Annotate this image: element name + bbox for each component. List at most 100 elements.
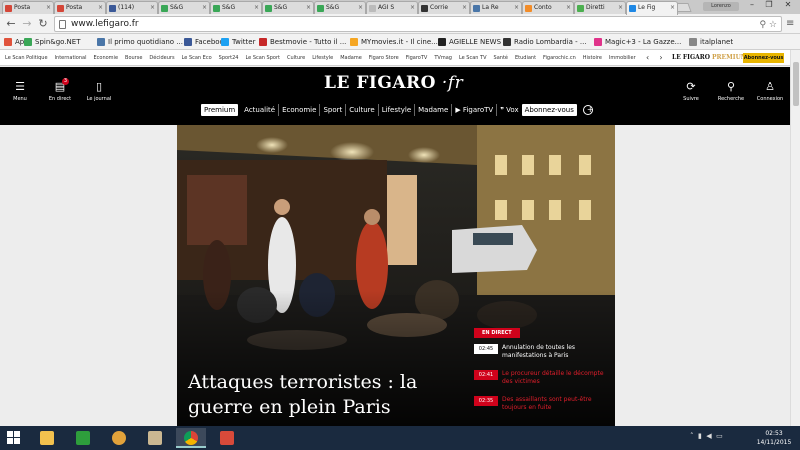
topnav-link[interactable]: Lifestyle <box>312 55 333 61</box>
bookmark-item[interactable]: Magic+3 - La Gazze... <box>594 34 681 49</box>
close-tab-icon[interactable]: × <box>566 2 571 14</box>
paint-icon[interactable] <box>104 428 134 448</box>
main-nav-item[interactable]: ❞ Vox <box>497 104 521 116</box>
address-bar[interactable]: www.lefigaro.fr ⚲ ☆ <box>54 16 782 32</box>
follow-button[interactable]: ⟳ Suivre <box>680 81 702 103</box>
taskbar-clock[interactable]: 02:53 14/11/2015 <box>752 429 796 447</box>
maximize-icon[interactable]: ❐ <box>761 0 777 11</box>
login-button[interactable]: ♙ Connexion <box>755 81 785 103</box>
journal-button[interactable]: ▯ Le journal <box>85 81 113 103</box>
hero-headline[interactable]: Attaques terroristes : la guerre en plei… <box>188 370 468 420</box>
bookmark-item[interactable]: Il primo quotidiano ... <box>97 34 183 49</box>
chevron-left-icon[interactable]: ‹ <box>646 53 649 62</box>
chrome-menu-icon[interactable]: ≡ <box>786 18 796 30</box>
browser-tab[interactable]: S&G × <box>314 1 366 14</box>
reload-icon[interactable]: ↻ <box>36 17 50 31</box>
browser-tab[interactable]: La Re × <box>470 1 522 14</box>
close-tab-icon[interactable]: × <box>618 2 623 14</box>
scrollbar-thumb[interactable] <box>793 62 799 106</box>
close-tab-icon[interactable]: × <box>670 2 675 14</box>
close-window-icon[interactable]: ✕ <box>778 0 798 11</box>
store-icon[interactable] <box>68 428 98 448</box>
main-nav-item[interactable]: Economie <box>279 104 321 116</box>
browser-tab[interactable]: Corrie × <box>418 1 470 14</box>
browser-tab[interactable]: S&G × <box>210 1 262 14</box>
topnav-link[interactable]: Figaro Store <box>369 55 399 61</box>
topnav-link[interactable]: Le Scan Politique <box>5 55 48 61</box>
topnav-link[interactable]: Le Scan Sport <box>245 55 280 61</box>
main-nav-item[interactable]: Sport <box>320 104 347 116</box>
volume-icon[interactable]: ◀ <box>706 432 711 440</box>
profile-button[interactable]: Lorenzo <box>703 2 739 11</box>
browser-tab[interactable]: Diretti × <box>574 1 626 14</box>
close-tab-icon[interactable]: × <box>254 2 259 14</box>
search-button[interactable]: ⚲ Recherche <box>716 81 746 103</box>
live-item[interactable]: 02:45 Annulation de toutes les manifestat… <box>474 344 609 364</box>
bookmark-item[interactable]: AGIELLE NEWS <box>438 34 501 49</box>
bookmark-item[interactable]: Bestmovie - Tutto il ... <box>259 34 346 49</box>
explorer-icon[interactable] <box>32 428 62 448</box>
main-nav-item[interactable]: Actualité <box>241 104 280 116</box>
notification-icon[interactable]: ▭ <box>716 432 723 440</box>
page-scrollbar[interactable] <box>790 50 800 426</box>
figaro-premium-logo[interactable]: LE FIGARO PREMIUM <box>672 54 747 61</box>
star-icon[interactable]: ☆ <box>769 20 777 30</box>
bookmark-item[interactable]: italplanet <box>689 34 733 49</box>
close-tab-icon[interactable]: × <box>306 2 311 14</box>
browser-tab[interactable]: Le Fig × <box>626 1 678 15</box>
minimize-icon[interactable]: – <box>744 0 760 11</box>
hero-article[interactable]: Attaques terroristes : la guerre en plei… <box>177 125 615 426</box>
chevron-right-icon[interactable]: › <box>659 53 662 62</box>
topnav-link[interactable]: FigaroTV <box>406 55 428 61</box>
topnav-link[interactable]: Santé <box>494 55 508 61</box>
windows-start-icon[interactable] <box>7 431 21 445</box>
topnav-link[interactable]: Bourse <box>125 55 142 61</box>
browser-tab[interactable]: AGI S × <box>366 1 418 14</box>
close-tab-icon[interactable]: × <box>514 2 519 14</box>
close-tab-icon[interactable]: × <box>410 2 415 14</box>
browser-tab[interactable]: Posta × <box>54 1 106 14</box>
topnav-link[interactable]: TVmag <box>434 55 452 61</box>
search-icon[interactable]: ⚲ <box>759 20 766 30</box>
live-button[interactable]: ▤ 3 En direct <box>46 78 74 102</box>
live-badge[interactable]: EN DIRECT <box>474 328 520 338</box>
main-nav-item[interactable]: Abonnez-vous <box>521 104 577 116</box>
topnav-link[interactable]: Sport24 <box>219 55 239 61</box>
topnav-link[interactable]: Le Scan Eco <box>182 55 212 61</box>
bookmark-item[interactable]: Spin&go.NET <box>24 34 81 49</box>
close-tab-icon[interactable]: × <box>358 2 363 14</box>
close-tab-icon[interactable]: × <box>150 2 155 14</box>
main-nav-item[interactable]: Madame <box>415 104 453 116</box>
browser-tab[interactable]: Conto × <box>522 1 574 14</box>
topnav-link[interactable]: Le Scan TV <box>459 55 487 61</box>
close-tab-icon[interactable]: × <box>46 2 51 14</box>
topnav-link[interactable]: Décideurs <box>149 55 174 61</box>
notepad-icon[interactable] <box>140 428 170 448</box>
topnav-link[interactable]: Figarochic.cn <box>543 55 576 61</box>
browser-tab[interactable]: S&G × <box>158 1 210 14</box>
topnav-link[interactable]: International <box>55 55 87 61</box>
subscribe-button[interactable]: Abonnez-vous <box>743 53 784 63</box>
bookmark-item[interactable]: Twitter <box>221 34 255 49</box>
network-icon[interactable]: ▮ <box>698 432 702 440</box>
live-item[interactable]: 02:35 Des assaillants sont peut-être touj… <box>474 396 609 416</box>
topnav-link[interactable]: Histoire <box>583 55 602 61</box>
main-nav-item[interactable]: Lifestyle <box>379 104 416 116</box>
bookmark-item[interactable]: Radio Lombardia - ... <box>503 34 587 49</box>
close-tab-icon[interactable]: × <box>98 2 103 14</box>
topnav-link[interactable]: Culture <box>287 55 305 61</box>
plus-circle-icon[interactable]: + <box>582 105 594 115</box>
topnav-link[interactable]: Etudiant <box>515 55 536 61</box>
topnav-link[interactable]: Economie <box>93 55 118 61</box>
browser-tab[interactable]: S&G × <box>262 1 314 14</box>
tray-arrow-icon[interactable]: ˄ <box>690 432 694 440</box>
browser-tab[interactable]: Posta × <box>2 1 54 14</box>
bookmark-item[interactable]: MYmovies.it - Il cine... <box>350 34 438 49</box>
menu-button[interactable]: ☰ Menu <box>9 81 31 103</box>
main-nav-item[interactable]: Culture <box>346 104 379 116</box>
chrome-icon[interactable] <box>176 428 206 448</box>
browser-tab[interactable]: (114) × <box>106 1 158 14</box>
site-logo[interactable]: LE FIGARO ·fr <box>324 73 463 93</box>
topnav-link[interactable]: Madame <box>340 55 362 61</box>
main-nav-item[interactable]: Premium <box>201 104 239 116</box>
